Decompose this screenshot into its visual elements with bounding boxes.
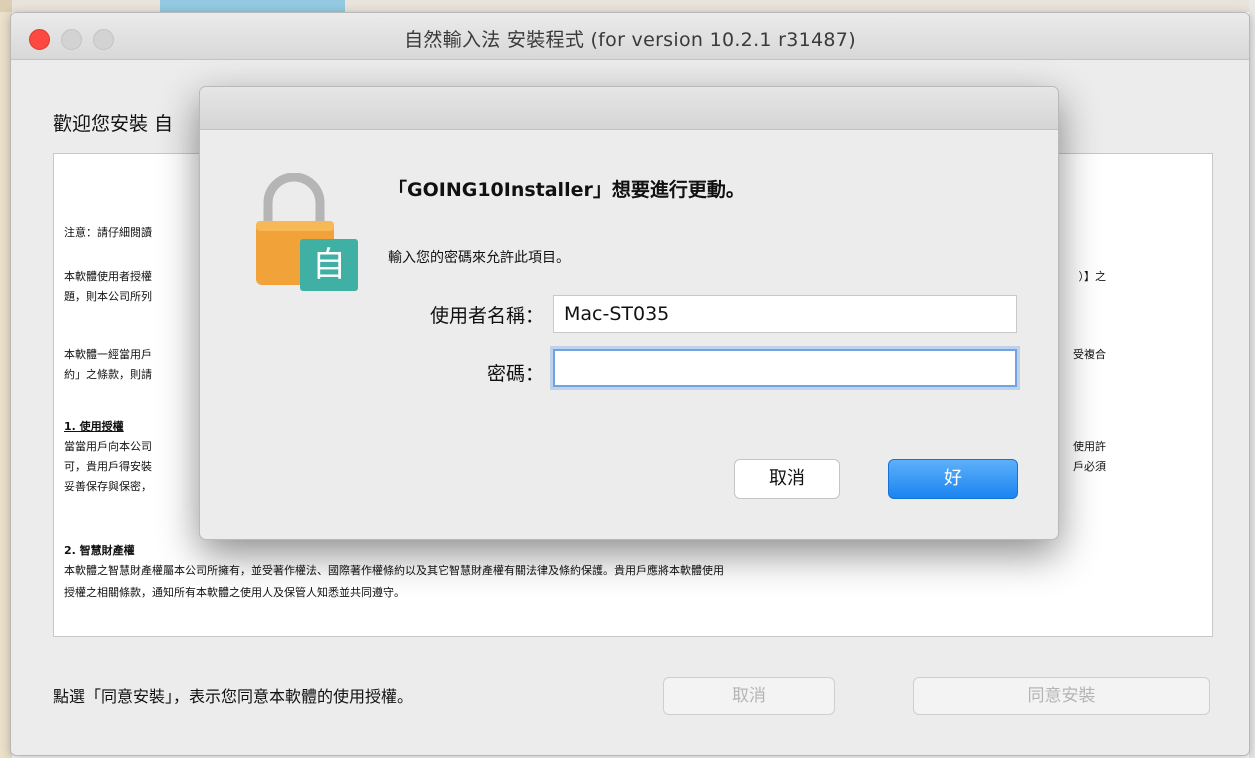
license-line-right: 使用許: [1073, 440, 1106, 453]
installer-cancel-button[interactable]: 取消: [663, 677, 835, 715]
window-titlebar[interactable]: 自然輸入法 安裝程式 (for version 10.2.1 r31487): [11, 13, 1249, 60]
password-field[interactable]: [553, 349, 1017, 387]
app-badge-icon: 自: [300, 239, 358, 291]
welcome-heading: 歡迎您安裝 自: [53, 113, 174, 135]
password-label: 密碼：: [486, 363, 544, 385]
dialog-subtitle: 輸入您的密碼來允許此項目。: [388, 250, 570, 266]
svg-text:自: 自: [312, 245, 346, 285]
footer-agreement-text: 點選「同意安裝」，表示您同意本軟體的使用授權。: [53, 687, 414, 706]
agree-install-button[interactable]: 同意安裝: [913, 677, 1210, 715]
cancel-button[interactable]: 取消: [734, 459, 840, 499]
ok-button[interactable]: 好: [888, 459, 1018, 499]
window-title: 自然輸入法 安裝程式 (for version 10.2.1 r31487): [404, 29, 856, 51]
license-line: 妥善保存與保密，: [64, 480, 152, 493]
username-label: 使用者名稱：: [429, 305, 544, 327]
license-line-right: 受複合: [1073, 348, 1106, 361]
dialog-title: 「GOING10Installer」想要進行更動。: [388, 179, 745, 201]
license-line: 授權之相關條款，通知所有本軟體之使用人及保管人知悉並共同遵守。: [64, 586, 405, 599]
auth-dialog: 自 「GOING10Installer」想要進行更動。 輸入您的密碼來允許此項目…: [199, 86, 1059, 540]
license-line: 本軟體一經當用戶: [64, 348, 152, 361]
license-line-right: 戶必須: [1073, 460, 1106, 473]
license-line: 題，則本公司所列: [64, 290, 152, 303]
license-line-right: ）】之: [1078, 270, 1107, 283]
license-section-heading: 1. 使用授權: [64, 420, 124, 433]
license-section-heading: 2. 智慧財產權: [64, 544, 135, 557]
username-field[interactable]: [553, 295, 1017, 333]
dialog-titlebar: [200, 87, 1058, 130]
license-line: 當當用戶向本公司: [64, 440, 152, 453]
license-line: 可，貴用戶得安裝: [64, 460, 152, 473]
license-line: 約」之條款，則請: [64, 368, 152, 381]
license-line: 注意：請仔細閱讀: [64, 226, 152, 239]
license-line: 本軟體之智慧財產權屬本公司所擁有，並受著作權法、國際著作權條約以及其它智慧財產權…: [64, 564, 724, 577]
lock-icon: 自: [254, 172, 364, 293]
license-line: 本軟體使用者授權: [64, 270, 152, 283]
